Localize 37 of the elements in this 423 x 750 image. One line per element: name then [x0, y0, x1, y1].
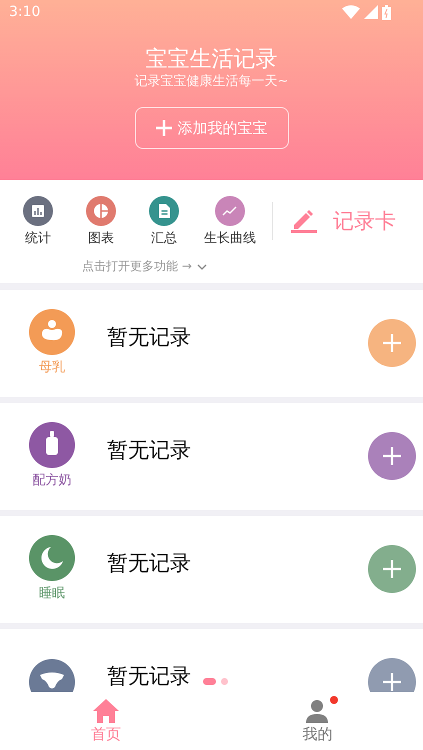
person-icon: [304, 698, 330, 722]
nav-tab[interactable]: 我的: [212, 692, 423, 750]
add-record-button[interactable]: [368, 658, 416, 692]
add-record-button[interactable]: [368, 318, 416, 366]
status-time: 3:10: [9, 4, 40, 20]
function-button[interactable]: 汇总: [134, 196, 194, 246]
plus-icon: [383, 560, 401, 578]
add-record-button[interactable]: [368, 544, 416, 592]
more-functions-link[interactable]: 点击打开更多功能 →: [82, 258, 207, 275]
empty-record-text: 暂无记录: [107, 436, 191, 464]
app-subtitle: 记录宝宝健康生活每一天~: [134, 74, 288, 90]
app-title: 宝宝生活记录: [146, 46, 278, 74]
function-button[interactable]: 生长曲线: [197, 196, 263, 246]
battery-icon: [382, 4, 391, 20]
function-label: 汇总: [151, 230, 177, 246]
wifi-icon: [342, 5, 360, 19]
empty-record-text: 暂无记录: [107, 662, 191, 690]
function-button[interactable]: 统计: [8, 196, 68, 246]
home-icon: [92, 698, 119, 722]
chevron-down-icon: [196, 264, 207, 270]
plus-icon: [156, 120, 172, 136]
function-label: 图表: [88, 230, 114, 246]
empty-record-text: 暂无记录: [107, 324, 191, 350]
record-card-button[interactable]: 记录卡: [291, 207, 396, 235]
record-type-label: 配方奶: [32, 472, 72, 489]
record-type-label: 睡眠: [39, 585, 65, 602]
empty-record-text: 暂无记录: [107, 550, 191, 576]
plus-icon: [383, 334, 401, 352]
record-type-label: 母乳: [39, 359, 65, 376]
signal-icon: [364, 5, 378, 19]
plus-icon: [383, 446, 401, 464]
function-label: 生长曲线: [204, 230, 256, 246]
add-record-button[interactable]: [368, 432, 416, 480]
pencil-icon: [291, 209, 317, 233]
nav-tab[interactable]: 首页: [0, 692, 212, 750]
function-button[interactable]: 图表: [71, 196, 131, 246]
function-label: 统计: [25, 230, 51, 246]
